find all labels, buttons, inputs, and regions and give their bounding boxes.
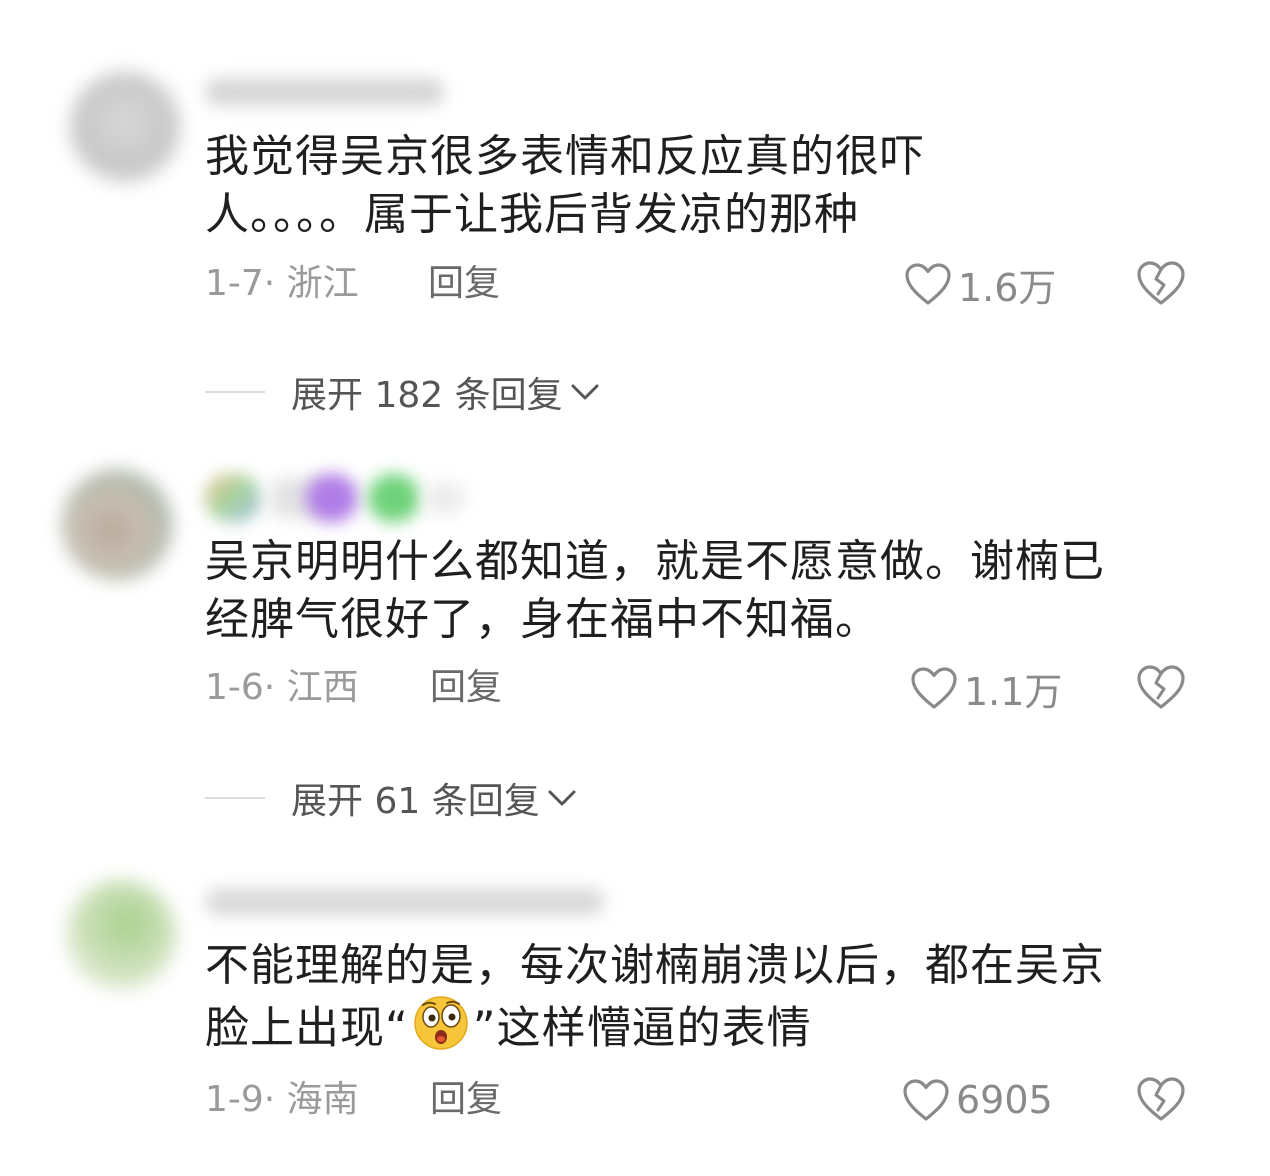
username-blurred[interactable] (205, 474, 261, 522)
comment-text-line: 经脾气很好了，身在福中不知福。 (205, 594, 880, 645)
comment-text-segment: 脸上出现“ (205, 1002, 409, 1054)
expand-replies-button[interactable]: 展开 61 条回复 (205, 772, 578, 824)
comment-date-location: 1-7· 浙江 (205, 263, 359, 304)
comment-date-location: 1-9· 海南 (205, 1079, 359, 1120)
comment-text: 吴京明明什么都知道，就是不愿意做。谢楠已 经脾气很好了，身在福中不知福。 (205, 533, 1185, 649)
broken-heart-icon (1137, 665, 1185, 709)
like-count: 1.1万 (964, 669, 1063, 714)
username-blurred[interactable] (368, 474, 420, 522)
reply-button[interactable]: 回复 (430, 1080, 502, 1120)
divider-line (205, 797, 265, 799)
reply-button[interactable]: 回复 (430, 668, 502, 708)
expand-replies-label: 展开 182 条回复 (291, 375, 563, 416)
avatar[interactable] (62, 470, 172, 580)
comment-text: 我觉得吴京很多表情和反应真的很吓 人。。。。属于让我后背发凉的那种 (205, 128, 1185, 244)
username-blurred[interactable] (205, 888, 605, 916)
heart-outline-icon (903, 1079, 949, 1121)
reply-button[interactable]: 回复 (428, 264, 500, 304)
comment-text-line: 我觉得吴京很多表情和反应真的很吓 (205, 131, 925, 182)
avatar[interactable] (66, 880, 176, 990)
chevron-down-icon (548, 790, 576, 806)
heart-outline-icon (905, 263, 951, 305)
comment-text-line: 人。。。。属于让我后背发凉的那种 (205, 189, 859, 240)
username-blurred[interactable] (205, 78, 445, 106)
broken-heart-icon (1137, 261, 1185, 305)
dislike-button[interactable] (1136, 260, 1186, 308)
like-button[interactable]: 1.1万 (910, 664, 1062, 714)
like-button[interactable]: 6905 (902, 1076, 1053, 1124)
username-blurred[interactable] (306, 474, 358, 522)
expand-replies-button[interactable]: 展开 182 条回复 (205, 366, 601, 418)
chevron-down-icon (571, 384, 599, 400)
dislike-button[interactable] (1136, 664, 1186, 712)
broken-heart-icon (1137, 1077, 1185, 1121)
comment-text-line: 不能理解的是，每次谢楠崩溃以后，都在吴京 (205, 940, 1105, 991)
heart-outline-icon (911, 667, 957, 709)
username-blurred[interactable] (425, 482, 465, 514)
like-count: 6905 (956, 1078, 1053, 1122)
flushed-face-emoji-icon (411, 995, 471, 1066)
comment-text: 不能理解的是，每次谢楠崩溃以后，都在吴京 脸上出现“ ”这样懵逼的表情 (205, 937, 1185, 1066)
like-button[interactable]: 1.6万 (904, 260, 1056, 310)
expand-replies-label: 展开 61 条回复 (291, 781, 540, 822)
divider-line (205, 391, 265, 393)
avatar[interactable] (70, 72, 180, 182)
comment-date-location: 1-6· 江西 (205, 667, 359, 708)
dislike-button[interactable] (1136, 1076, 1186, 1124)
like-count: 1.6万 (958, 265, 1057, 310)
comment-text-line: 吴京明明什么都知道，就是不愿意做。谢楠已 (205, 536, 1105, 587)
comment-text-segment: ”这样懵逼的表情 (472, 1002, 812, 1054)
comment-text-line: 脸上出现“ ”这样懵逼的表情 (205, 995, 1185, 1066)
